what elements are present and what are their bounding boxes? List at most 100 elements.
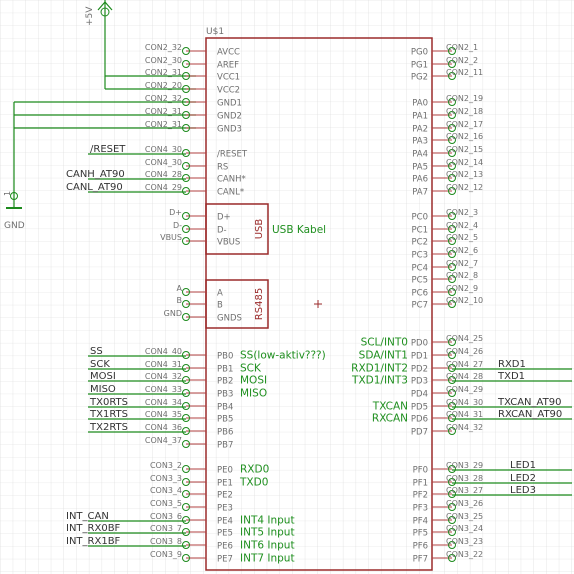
usb-kabel-label: USB Kabel <box>272 224 326 236</box>
left-connector-label: A <box>177 284 183 293</box>
left-pin-function: INT5 Input <box>240 527 295 539</box>
left-net-label: INT_RX1BF <box>66 536 121 547</box>
right-connector-label: CON2_7 <box>446 259 478 268</box>
right-connector-label: CON2_3 <box>446 208 478 217</box>
right-connector-label: CON4_25 <box>446 334 483 343</box>
left-net-label: SCK <box>90 359 110 370</box>
right-pin-name: PF6 <box>413 542 428 552</box>
left-pin-name: D+ <box>217 213 231 223</box>
left-pin-name: PE7 <box>217 555 233 565</box>
left-pin-function: INT6 Input <box>240 540 295 552</box>
left-net-label: /RESET <box>90 144 126 155</box>
left-pin-name: PE5 <box>217 529 233 539</box>
left-connector-label: CON4_32 <box>145 372 182 381</box>
right-pin-name: PD2 <box>411 365 428 375</box>
left-net-label: INT_RX0BF <box>66 523 121 534</box>
left-connector-label: CON2_30 <box>145 56 182 65</box>
left-pin-name: VBUS <box>217 238 240 248</box>
right-connector-label: CON2_4 <box>446 221 478 230</box>
right-connector-label: CON3_22 <box>446 550 483 559</box>
left-connector-label: CON4_30 <box>145 145 182 154</box>
right-connector-label: CON2_5 <box>446 233 478 242</box>
left-pin-name: PB3 <box>217 390 233 400</box>
right-net-label: LED2 <box>510 473 536 484</box>
left-pin-name: PB5 <box>217 415 233 425</box>
left-pin-name: PB2 <box>217 377 233 387</box>
left-pin-function: MOSI <box>240 375 267 387</box>
left-connector-label: CON3_8 <box>150 537 182 546</box>
rs485-box-label: RS485 <box>254 288 265 320</box>
left-pin-name: PE1 <box>217 479 233 489</box>
right-connector-label: CON3_23 <box>446 537 483 546</box>
left-net-label: TX2RTS <box>89 422 128 433</box>
right-pin-function: RXCAN <box>372 413 408 425</box>
left-connector-label: CON2_31 <box>145 107 182 116</box>
left-pin-function: TXD0 <box>239 477 268 489</box>
left-pin-name: D- <box>217 226 227 236</box>
right-net-label: RXD1 <box>498 359 526 370</box>
schematic-canvas: U$1 USB USB Kabel RS485 +5V 1 GND CON2_3… <box>0 0 574 574</box>
right-connector-label: CON2_11 <box>446 68 483 77</box>
right-pin-name: PD5 <box>411 403 428 413</box>
right-pin-name: PD4 <box>411 390 428 400</box>
chip-name-label: U$1 <box>206 27 224 37</box>
ground-pin-number: 1 <box>3 191 12 196</box>
left-connector-label: CON4_30 <box>145 158 182 167</box>
right-pin-function: RXD1/INT2 <box>351 363 408 375</box>
left-net-label: MOSI <box>90 371 116 382</box>
right-connector-label: CON2_19 <box>446 94 483 103</box>
left-connector-label: CON4_36 <box>145 423 182 432</box>
left-connector-label: CON3_7 <box>150 524 182 533</box>
right-pin-name: PG1 <box>411 61 428 71</box>
right-pin-name: PD1 <box>411 352 428 362</box>
right-pin-name: PA1 <box>412 112 428 122</box>
left-pin-name: PE4 <box>217 517 233 527</box>
right-connector-label: CON3_29 <box>446 461 483 470</box>
right-connector-label: CON2_14 <box>446 158 483 167</box>
right-pin-name: PC7 <box>412 301 428 311</box>
left-connector-label: CON2_31 <box>145 120 182 129</box>
left-pin-name: GND2 <box>217 112 242 122</box>
left-connector-label: D+ <box>169 208 182 217</box>
right-connector-label: CON4_31 <box>446 410 483 419</box>
left-connector-label: D- <box>173 221 182 230</box>
right-pin-name: PA3 <box>412 137 428 147</box>
right-connector-label: CON3_26 <box>446 499 483 508</box>
left-connector-label: VBUS <box>160 233 182 242</box>
right-pin-name: PC4 <box>412 264 428 274</box>
right-connector-label: CON2_15 <box>446 145 483 154</box>
left-connector-label: CON2_31 <box>145 68 182 77</box>
right-connector-label: CON2_17 <box>446 120 483 129</box>
left-pin-name: PB4 <box>217 403 233 413</box>
right-connector-label: CON2_13 <box>446 170 483 179</box>
left-pin-name: VCC1 <box>217 73 240 83</box>
left-pin-function: RXD0 <box>240 464 269 476</box>
right-pin-name: PC6 <box>412 289 428 299</box>
right-pin-name: PA4 <box>412 150 428 160</box>
left-pin-name: GND1 <box>217 99 242 109</box>
right-net-label: LED3 <box>510 485 536 496</box>
right-pin-name: PA2 <box>412 125 428 135</box>
right-pin-name: PC5 <box>412 276 428 286</box>
left-pin-function: SS(low-aktiv???) <box>240 350 326 362</box>
left-pin-name: PE6 <box>217 542 233 552</box>
right-connector-label: CON2_16 <box>446 132 483 141</box>
right-connector-label: CON2_18 <box>446 107 483 116</box>
right-connector-label: CON4_30 <box>446 398 483 407</box>
right-pin-name: PF7 <box>413 555 428 565</box>
right-pin-name: PD6 <box>411 415 428 425</box>
left-pin-function: MISO <box>240 388 267 400</box>
left-pin-name: GND3 <box>217 125 242 135</box>
right-pin-name: PA0 <box>412 99 428 109</box>
left-connector-label: CON4_37 <box>145 436 182 445</box>
left-connector-label: CON4_34 <box>145 398 182 407</box>
right-pin-name: PC3 <box>412 251 428 261</box>
left-pin-name: PE3 <box>217 504 233 514</box>
left-connector-label: CON4_31 <box>145 360 182 369</box>
right-pin-name: PF4 <box>413 517 428 527</box>
left-pin-name: PE2 <box>217 491 233 501</box>
left-connector-label: B <box>177 296 183 305</box>
left-pin-function: SCK <box>240 363 262 375</box>
right-pin-function: TXD1/INT3 <box>351 375 408 387</box>
left-net-label: TX0RTS <box>89 397 128 408</box>
